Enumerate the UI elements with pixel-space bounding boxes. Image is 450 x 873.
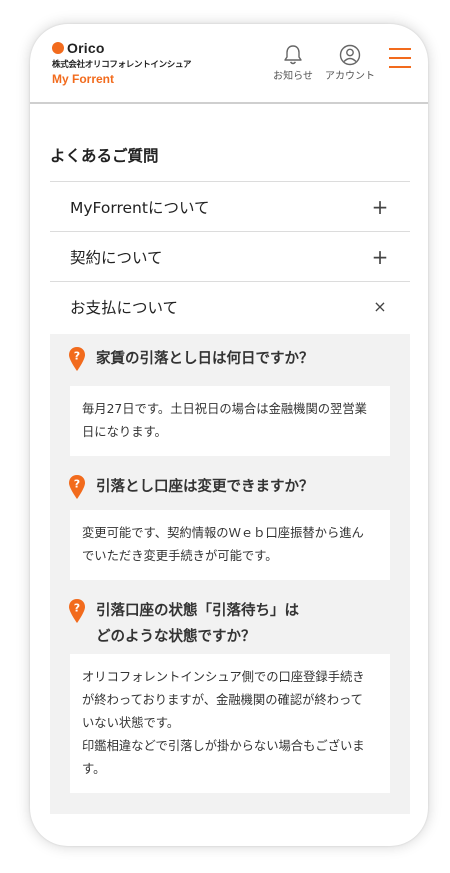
question-pin-icon: ? <box>69 599 85 623</box>
faq-question: ? 引落口座の状態「引落待ち」は どのような状態ですか？ <box>68 598 299 650</box>
account-button[interactable]: アカウント <box>320 44 380 82</box>
notice-button[interactable]: お知らせ <box>270 44 316 82</box>
plus-icon: + <box>371 194 389 219</box>
faq-question: ? 家賃の引落とし日は何日ですか？ <box>68 346 314 372</box>
plus-icon: + <box>371 244 389 269</box>
close-icon: × <box>373 296 387 316</box>
answer-line: 変更可能です、契約情報のＷｅｂ口座振替から進ん <box>82 526 364 540</box>
answer-line: が終わっておりますが、金融機関の確認が終わって <box>82 693 363 707</box>
answer-line: オリコフォレントインシュア側での口座登録手続き <box>82 670 365 684</box>
answer-line: す。 <box>82 762 106 776</box>
svg-text:?: ? <box>74 350 80 363</box>
faq-category-label: MyForrentについて <box>70 198 210 217</box>
faq-category-contract[interactable]: 契約について + <box>50 231 410 281</box>
answer-line: 日になります。 <box>82 425 167 439</box>
answer-line: でいただき変更手続きが可能です。 <box>82 549 278 563</box>
hamburger-menu-icon[interactable] <box>389 48 411 68</box>
menu-bar <box>389 48 411 50</box>
menu-bar <box>389 57 411 59</box>
orico-logo[interactable]: Orico 株式会社オリコフォレントインシュア My Forrent <box>52 40 192 86</box>
account-label: アカウント <box>325 71 375 82</box>
product-name: My Forrent <box>52 72 115 86</box>
brand-name: Orico <box>67 40 105 56</box>
page-title: よくあるご質問 <box>50 147 159 165</box>
brand-dot-icon <box>52 42 64 54</box>
question-text: どのような状態ですか？ <box>96 629 256 645</box>
company-name: 株式会社オリコフォレントインシュア <box>52 60 192 70</box>
menu-bar <box>389 66 411 68</box>
brand-row: Orico <box>52 40 191 56</box>
faq-answer: 変更可能です、契約情報のＷｅｂ口座振替から進ん でいただき変更手続きが可能です。 <box>70 510 390 580</box>
faq-category-label: お支払について <box>70 298 179 317</box>
answer-line: 印鑑相違などで引落しが掛からない場合もございま <box>82 739 365 753</box>
user-icon <box>339 44 361 66</box>
faq-category-list: MyForrentについて + 契約について + お支払について × <box>50 181 410 331</box>
faq-answer-panel: ? 家賃の引落とし日は何日ですか？ 毎月27日です。土日祝日の場合は金融機関の翌… <box>50 334 410 814</box>
faq-category-payment[interactable]: お支払について × <box>50 281 410 331</box>
answer-line: いない状態です。 <box>82 716 180 730</box>
faq-question: ? 引落とし口座は変更できますか？ <box>68 474 314 500</box>
question-text: 引落とし口座は変更できますか？ <box>96 479 314 495</box>
faq-answer: オリコフォレントインシュア側での口座登録手続き が終わっておりますが、金融機関の… <box>70 654 390 793</box>
faq-category-myforrent[interactable]: MyForrentについて + <box>50 181 410 231</box>
faq-category-label: 契約について <box>70 248 163 267</box>
phone-frame: Orico 株式会社オリコフォレントインシュア My Forrent お知らせ … <box>30 24 428 846</box>
question-pin-icon: ? <box>69 475 85 499</box>
svg-text:?: ? <box>74 602 80 615</box>
question-pin-icon: ? <box>69 347 85 371</box>
notice-label: お知らせ <box>273 71 313 82</box>
svg-text:?: ? <box>74 478 80 491</box>
faq-answer: 毎月27日です。土日祝日の場合は金融機関の翌営業 日になります。 <box>70 386 390 456</box>
question-text: 引落口座の状態「引落待ち」は <box>96 603 299 619</box>
answer-line: 毎月27日です。土日祝日の場合は金融機関の翌営業 <box>82 402 367 416</box>
question-text: 家賃の引落とし日は何日ですか？ <box>96 351 314 367</box>
bell-icon <box>284 45 302 65</box>
app-header: Orico 株式会社オリコフォレントインシュア My Forrent お知らせ … <box>30 24 428 104</box>
